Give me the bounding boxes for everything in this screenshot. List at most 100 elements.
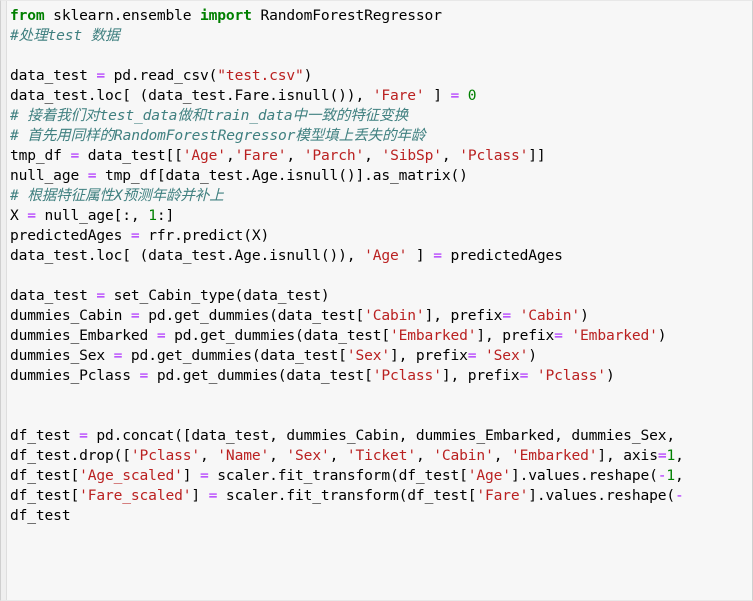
code-token-cm: # 接着我们对test_data做和train_data中一致的特征变换	[10, 107, 409, 124]
code-token-pl: ]	[424, 87, 451, 104]
code-line: df_test = pd.concat([data_test, dummies_…	[10, 426, 752, 446]
code-token-pl: dummies_Pclass	[10, 367, 140, 384]
code-token-pl: pd.concat([data_test, dummies_Cabin, dum…	[87, 427, 675, 444]
code-token-num: 1	[666, 467, 676, 484]
code-token-pl: df_test	[10, 427, 80, 444]
code-token-pl: pd.get_dummies(data_test[	[148, 367, 373, 384]
code-token-str: 'Name'	[217, 447, 270, 464]
code-token-cm: #处理test 数据	[10, 27, 120, 44]
code-token-pl: data_test	[10, 287, 97, 304]
code-token-pl: ,	[493, 447, 511, 464]
code-token-str: 'Fare'	[476, 487, 529, 504]
code-token-str: 'Sex'	[286, 447, 330, 464]
code-token-pl: ,	[225, 147, 235, 164]
code-token-pl: ,	[415, 447, 434, 464]
code-token-str: 'Parch'	[303, 147, 365, 164]
code-token-pl: ,	[329, 447, 347, 464]
code-token-str: 'Fare_scaled'	[79, 487, 192, 504]
code-token-str: 'Cabin'	[519, 307, 581, 324]
code-line: # 首先用同样的RandomForestRegressor模型填上丢失的年龄	[10, 126, 752, 146]
code-token-pl: null_age	[10, 167, 88, 184]
code-token-str: 'Cabin'	[433, 447, 494, 464]
code-token-pl: ]	[191, 487, 209, 504]
code-editor-area[interactable]: from sklearn.ensemble import RandomFores…	[10, 6, 752, 526]
code-token-str: 'Pclass'	[372, 367, 442, 384]
code-token-pl: ,	[200, 447, 218, 464]
code-cell[interactable]: from sklearn.ensemble import RandomFores…	[0, 0, 753, 601]
code-token-op: =	[519, 367, 529, 384]
code-token-pl: df_test	[10, 507, 71, 524]
code-token-pl: sklearn.ensemble	[44, 7, 200, 24]
code-token-op: =	[27, 207, 36, 224]
code-token-pl: data_test.loc[ (data_test.Age.isnull()),	[10, 247, 365, 264]
code-token-str: "test.csv"	[217, 67, 304, 84]
code-token-pl: )	[303, 67, 313, 84]
code-token-pl: pd.get_dummies(data_test[	[139, 307, 365, 324]
code-token-str: 'Fare'	[372, 87, 425, 104]
code-token-pl: ].values.reshape(	[510, 467, 658, 484]
code-token-pl: ,	[675, 447, 684, 464]
code-token-pl: ,	[269, 447, 287, 464]
code-token-op: =	[113, 347, 123, 364]
code-token-pl: ], prefix	[476, 327, 555, 344]
code-token-pl: )	[580, 307, 589, 324]
code-token-op: =	[554, 327, 563, 344]
code-token-str: 'Embarked'	[511, 447, 598, 464]
code-token-pl: predictedAges	[10, 227, 131, 244]
code-token-pl: RandomForestRegressor	[251, 7, 442, 24]
code-token-pl: dummies_Sex	[10, 347, 114, 364]
code-token-cm: # 首先用同样的RandomForestRegressor模型填上丢失的年龄	[10, 127, 426, 144]
code-line: dummies_Cabin = pd.get_dummies(data_test…	[10, 306, 752, 326]
code-token-num: 0	[467, 87, 477, 104]
code-token-pl: )	[657, 327, 667, 344]
code-token-op: =	[450, 87, 460, 104]
code-token-pl: ], prefix	[424, 307, 503, 324]
code-line: # 接着我们对test_data做和train_data中一致的特征变换	[10, 106, 752, 126]
code-token-pl: )	[528, 347, 537, 364]
code-line: null_age = tmp_df[data_test.Age.isnull()…	[10, 166, 752, 186]
code-line: df_test['Fare_scaled'] = scaler.fit_tran…	[10, 486, 752, 506]
code-token-pl: :]	[156, 207, 175, 224]
code-token-pl: df_test.drop([	[10, 447, 131, 464]
code-token-pl: scaler.fit_transform(df_test[	[217, 487, 477, 504]
code-line: tmp_df = data_test[['Age','Fare', 'Parch…	[10, 146, 752, 166]
code-token-pl: )	[605, 367, 615, 384]
code-token-pl: data_test	[10, 67, 97, 84]
code-token-pl: data_test[[	[79, 147, 183, 164]
code-token-pl: pd.read_csv(	[105, 67, 218, 84]
code-line: dummies_Embarked = pd.get_dummies(data_t…	[10, 326, 752, 346]
code-token-str: 'Pclass'	[130, 447, 201, 464]
code-token-pl: pd.get_dummies(data_test[	[122, 347, 347, 364]
code-token-str: 'Age'	[182, 147, 226, 164]
code-token-op: =	[96, 67, 106, 84]
code-token-str: 'Cabin'	[364, 307, 425, 324]
code-token-pl: ], axis	[597, 447, 658, 464]
code-line: df_test	[10, 506, 752, 526]
code-token-pl: ,	[286, 147, 304, 164]
code-token-pl: null_age[:,	[35, 207, 149, 224]
code-token-pl: ]	[182, 467, 201, 484]
code-token-pl: rfr.predict(X)	[139, 227, 270, 244]
code-token-str: 'Age'	[364, 247, 408, 264]
code-token-pl: df_test[	[10, 487, 80, 504]
code-token-pl: ].values.reshape(	[528, 487, 676, 504]
code-token-op: =	[70, 147, 80, 164]
code-token-op: =	[200, 467, 209, 484]
code-token-pl: tmp_df[data_test.Age.isnull()].as_matrix…	[96, 167, 468, 184]
code-token-op: =	[139, 367, 149, 384]
code-token-str: 'Sex'	[485, 347, 529, 364]
code-token-op: =	[502, 307, 511, 324]
code-line: dummies_Pclass = pd.get_dummies(data_tes…	[10, 366, 752, 386]
code-token-str: 'Embarked'	[571, 327, 658, 344]
code-token-str: 'Age_scaled'	[79, 467, 183, 484]
code-token-op: =	[96, 287, 106, 304]
code-token-pl: ]]	[528, 147, 546, 164]
code-token-num: 1	[148, 207, 157, 224]
code-line: data_test.loc[ (data_test.Age.isnull()),…	[10, 246, 752, 266]
code-line: dummies_Sex = pd.get_dummies(data_test[ '…	[10, 346, 752, 366]
code-token-op: -	[675, 487, 684, 504]
